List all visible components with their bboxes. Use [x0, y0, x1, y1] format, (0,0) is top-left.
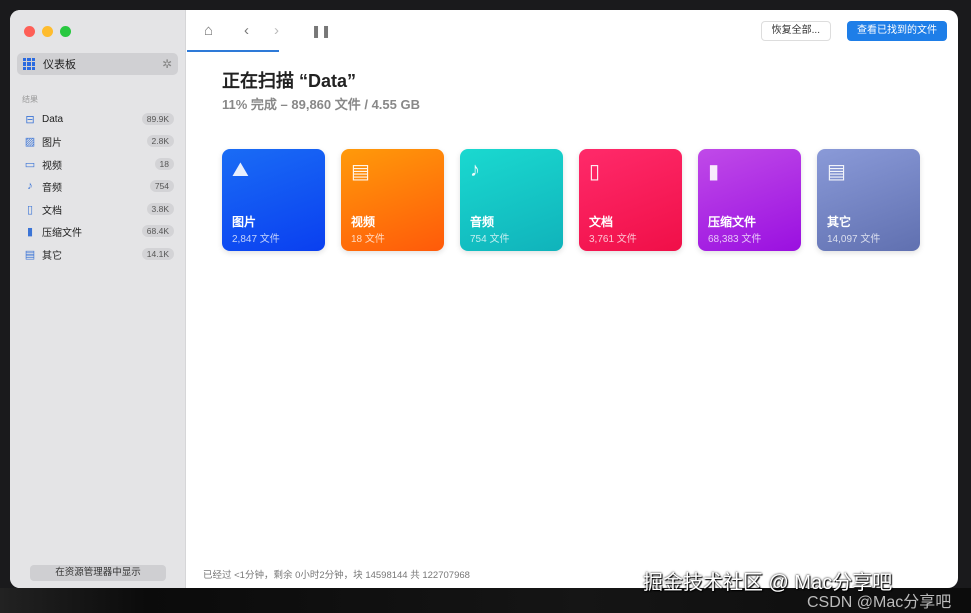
item-label: 其它	[42, 247, 62, 262]
category-card[interactable]: ♪ 音频754 文件	[460, 149, 563, 251]
home-icon[interactable]: ⌂	[204, 22, 213, 39]
watermark: CSDN @Mac分享吧	[807, 588, 951, 612]
category-card[interactable]: ▮ 压缩文件68,383 文件	[698, 149, 801, 251]
forward-icon[interactable]: ›	[274, 22, 279, 39]
film-icon: ▤	[351, 159, 370, 184]
card-count: 14,097 文件	[827, 230, 880, 245]
restore-all-button[interactable]: 恢复全部...	[761, 21, 831, 41]
image-icon: ⛰	[232, 159, 249, 182]
drive-icon: ⊟	[24, 113, 36, 126]
item-label: 视频	[42, 157, 62, 172]
back-icon[interactable]: ‹	[244, 22, 249, 39]
card-name: 其它	[827, 213, 851, 230]
item-label: 图片	[42, 134, 62, 149]
item-count: 14.1K	[142, 248, 174, 260]
main-content: ⌂ ‹ › ❚❚ 恢复全部... 查看已找到的文件 正在扫描 “Data” 11…	[187, 10, 958, 588]
card-count: 754 文件	[470, 230, 509, 245]
reveal-in-finder-button[interactable]: 在资源管理器中显示	[30, 565, 166, 581]
item-label: 压缩文件	[42, 224, 82, 239]
sidebar-item-other[interactable]: ▤ 其它 14.1K	[24, 244, 174, 264]
archive-icon: ▮	[24, 225, 36, 238]
music-icon: ♪	[470, 159, 480, 182]
zoom-button[interactable]	[60, 26, 71, 37]
page-title: 正在扫描 “Data”	[222, 67, 356, 93]
card-name: 文档	[589, 213, 613, 230]
document-icon: ▯	[24, 203, 36, 216]
card-name: 视频	[351, 213, 375, 230]
document-icon: ▯	[589, 159, 600, 184]
category-card[interactable]: ▤ 视频18 文件	[341, 149, 444, 251]
sidebar-item-data[interactable]: ⊟ Data 89.9K	[24, 109, 174, 129]
pause-icon[interactable]: ❚❚	[311, 24, 331, 38]
app-window: 仪表板 ✲ 结果 ⊟Data89.9K ▨图片2.8K ▭视频18 ♪音频754…	[10, 10, 958, 588]
item-count: 18	[155, 158, 174, 170]
category-card[interactable]: ▤ 其它14,097 文件	[817, 149, 920, 251]
tab-indicator	[187, 50, 279, 52]
archive-icon: ▮	[708, 159, 719, 184]
item-count: 754	[150, 180, 174, 192]
grid-icon	[23, 58, 35, 70]
sidebar-item-dashboard[interactable]: 仪表板 ✲	[17, 53, 178, 75]
view-found-files-button[interactable]: 查看已找到的文件	[847, 21, 947, 41]
item-label: Data	[42, 114, 63, 125]
sidebar-item-archives[interactable]: ▮ 压缩文件 68.4K	[24, 221, 174, 241]
sidebar-item-audio[interactable]: ♪ 音频 754	[24, 176, 174, 196]
category-card[interactable]: ▯ 文档3,761 文件	[579, 149, 682, 251]
card-name: 压缩文件	[708, 213, 756, 230]
music-icon: ♪	[24, 180, 36, 192]
item-count: 2.8K	[147, 135, 175, 147]
other-icon: ▤	[827, 159, 846, 184]
sidebar-item-documents[interactable]: ▯ 文档 3.8K	[24, 199, 174, 219]
card-count: 68,383 文件	[708, 230, 761, 245]
spinner-icon: ✲	[162, 57, 172, 71]
card-name: 音频	[470, 213, 494, 230]
scan-progress-text: 11% 完成 – 89,860 文件 / 4.55 GB	[222, 94, 420, 113]
status-text: 已经过 <1分钟，剩余 0小时2分钟，块 14598144 共 12270796…	[203, 567, 470, 581]
card-count: 2,847 文件	[232, 230, 280, 245]
film-icon: ▭	[24, 158, 36, 171]
other-icon: ▤	[24, 248, 36, 261]
item-count: 68.4K	[142, 225, 174, 237]
image-icon: ▨	[24, 135, 36, 148]
section-label: 结果	[22, 94, 38, 105]
card-name: 图片	[232, 213, 256, 230]
card-count: 3,761 文件	[589, 230, 637, 245]
sidebar-item-video[interactable]: ▭ 视频 18	[24, 154, 174, 174]
item-label: 音频	[42, 179, 62, 194]
item-count: 89.9K	[142, 113, 174, 125]
card-count: 18 文件	[351, 230, 385, 245]
close-button[interactable]	[24, 26, 35, 37]
sidebar-item-images[interactable]: ▨ 图片 2.8K	[24, 131, 174, 151]
sidebar: 仪表板 ✲ 结果 ⊟ Data 89.9K ▨ 图片 2.8K ▭ 视频 18 ♪ 音频 754…	[10, 10, 186, 588]
category-card[interactable]: ⛰ 图片2,847 文件	[222, 149, 325, 251]
minimize-button[interactable]	[42, 26, 53, 37]
item-label: 文档	[42, 202, 62, 217]
window-controls	[24, 26, 71, 37]
item-count: 3.8K	[147, 203, 175, 215]
dashboard-label: 仪表板	[43, 56, 76, 72]
